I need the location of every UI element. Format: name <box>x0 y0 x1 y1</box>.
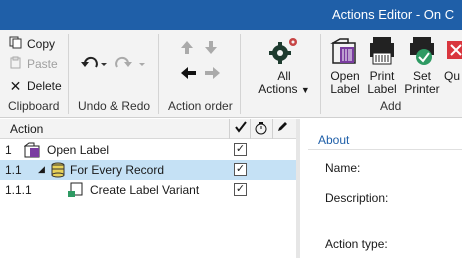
action-type-field-label: Action type: <box>325 237 388 251</box>
ribbon-separator <box>320 34 321 114</box>
stopwatch-column-icon[interactable] <box>254 121 268 138</box>
move-up-icon <box>181 41 193 54</box>
details-panel: About Name: Description: Action type: <box>300 119 462 258</box>
copy-icon <box>8 36 23 52</box>
all-actions-line2: Actions <box>258 82 298 96</box>
database-icon <box>50 162 66 181</box>
delete-button[interactable]: ✕ Delete <box>8 77 62 95</box>
action-order-group-label: Action order <box>168 99 233 113</box>
title-bar: Actions Editor - On C <box>0 0 462 30</box>
ribbon-separator <box>68 34 69 114</box>
ribbon: Copy Paste ✕ Delete Clipboard Undo & Red… <box>0 30 462 118</box>
tree-row-label: Open Label <box>47 143 110 157</box>
paste-label: Paste <box>27 57 58 71</box>
column-separator <box>229 119 230 139</box>
tree-row-open-label[interactable]: 1 Open Label ✓ <box>0 140 296 160</box>
enabled-column-icon[interactable] <box>235 121 247 136</box>
row-number: 1.1 <box>5 163 22 177</box>
open-label-line2: Label <box>330 82 360 96</box>
delete-icon: ✕ <box>9 77 22 94</box>
copy-label: Copy <box>27 37 56 51</box>
tree-row-for-every-record[interactable]: 1.1 ◢ For Every Record ✓ <box>0 160 296 180</box>
enabled-checkbox[interactable]: ✓ <box>234 143 247 156</box>
tree-row-label: Create Label Variant <box>90 183 200 197</box>
dropdown-arrow-icon: ▼ <box>300 85 310 95</box>
open-label-button[interactable]: Open Label <box>326 35 364 96</box>
row-number: 1 <box>5 143 12 157</box>
quit-line1: Qu <box>444 69 461 83</box>
actions-tree-header: Action <box>0 119 296 139</box>
clipboard-group-label: Clipboard <box>8 99 60 113</box>
label-variant-icon <box>66 182 84 201</box>
action-order-arrows <box>181 41 220 79</box>
gear-icon <box>269 38 297 64</box>
name-field-label: Name: <box>325 161 361 175</box>
tree-row-create-label-variant[interactable]: 1.1.1 Create Label Variant ✓ <box>0 180 296 200</box>
redo-button[interactable] <box>114 54 146 74</box>
set-printer-line2: Printer <box>404 82 440 96</box>
move-left-icon <box>181 67 196 79</box>
tab-about[interactable]: About <box>318 133 349 147</box>
paste-icon <box>8 56 23 72</box>
copy-button[interactable]: Copy <box>8 35 55 53</box>
column-separator <box>272 119 273 139</box>
ribbon-separator <box>158 34 159 114</box>
stop-icon <box>447 41 462 59</box>
quit-button[interactable]: Qu <box>444 35 462 83</box>
description-field-label: Description: <box>325 191 389 205</box>
ribbon-separator <box>240 34 241 114</box>
tree-row-label: For Every Record <box>70 163 165 177</box>
tab-underline <box>308 149 462 150</box>
print-label-button[interactable]: Print Label <box>364 35 400 96</box>
set-printer-icon <box>410 37 434 65</box>
action-column-header: Action <box>10 122 44 136</box>
open-label-icon <box>23 142 44 161</box>
move-down-icon <box>205 41 217 54</box>
enabled-checkbox[interactable]: ✓ <box>234 183 247 196</box>
move-right-icon <box>205 67 220 79</box>
print-label-line2: Label <box>367 82 397 96</box>
collapse-arrow-icon[interactable]: ◢ <box>38 164 45 175</box>
delete-label: Delete <box>27 79 62 93</box>
action-order-buttons <box>178 38 226 94</box>
column-separator <box>250 119 251 139</box>
set-printer-button[interactable]: Set Printer <box>402 35 442 96</box>
undo-button[interactable] <box>80 54 108 74</box>
enabled-checkbox[interactable]: ✓ <box>234 163 247 176</box>
row-number: 1.1.1 <box>5 183 32 197</box>
paste-button[interactable]: Paste <box>8 55 58 73</box>
all-actions-button[interactable]: All Actions ▼ <box>256 35 312 97</box>
printer-icon <box>370 37 394 65</box>
undo-icon <box>81 56 107 68</box>
undo-redo-group-label: Undo & Redo <box>78 99 151 113</box>
pencil-column-icon[interactable] <box>276 121 288 136</box>
window-title: Actions Editor - On C <box>332 7 455 22</box>
redo-icon <box>115 56 145 68</box>
add-group-label: Add <box>380 99 402 113</box>
open-label-icon <box>330 38 356 64</box>
